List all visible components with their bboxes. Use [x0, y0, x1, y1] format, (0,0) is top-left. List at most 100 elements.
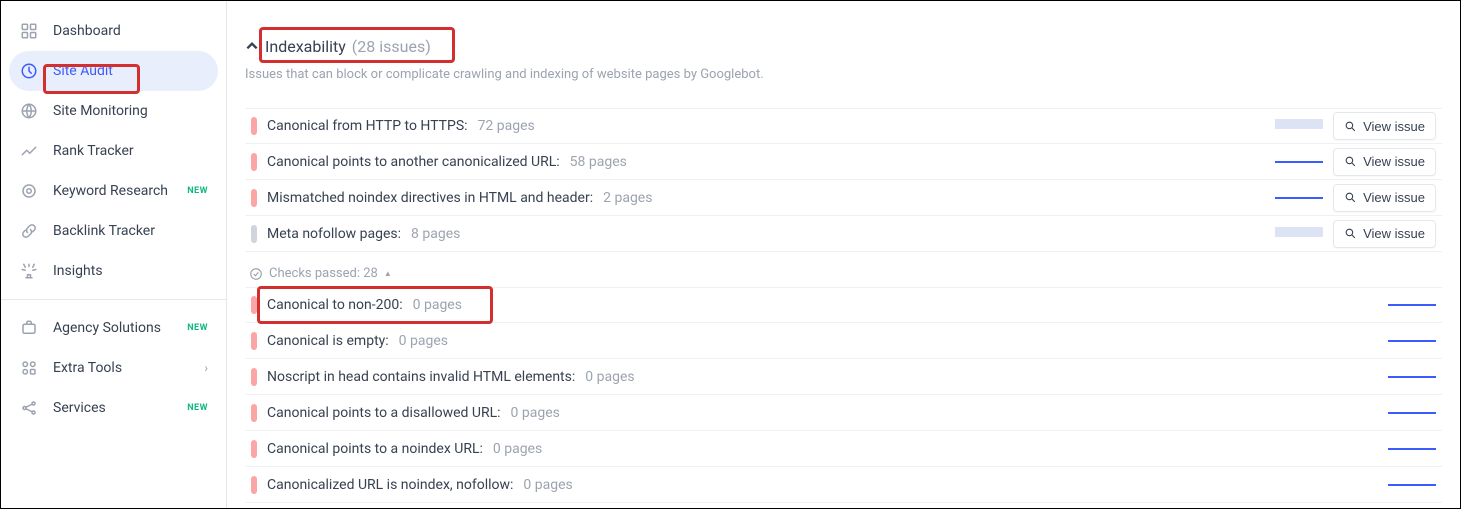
checks-passed-label: Checks passed: 28 — [269, 266, 378, 281]
search-icon — [1344, 155, 1357, 168]
sparkline — [1275, 227, 1323, 241]
issue-row[interactable]: Canonical points to another canonicalize… — [245, 144, 1442, 180]
sparkline — [1275, 119, 1323, 133]
chevron-right-icon: › — [204, 361, 208, 375]
keyword-icon — [19, 181, 39, 201]
issue-row[interactable]: Canonical points to a noindex URL: 0 pag… — [245, 431, 1442, 467]
highlight-annotation — [43, 64, 140, 94]
issue-label: Meta nofollow pages: — [267, 226, 401, 242]
agency-icon — [19, 318, 39, 338]
issue-count: 0 pages — [585, 369, 634, 385]
checks-passed-toggle[interactable]: Checks passed: 28 ▲ — [245, 252, 1442, 287]
new-badge: NEW — [187, 186, 208, 196]
issue-label: Canonicalized URL is noindex, nofollow: — [267, 477, 513, 493]
sidebar-item-label: Site Audit — [53, 63, 208, 79]
backlink-icon — [19, 221, 39, 241]
sidebar-item-label: Insights — [53, 263, 208, 279]
new-badge: NEW — [187, 403, 208, 413]
new-badge: NEW — [187, 323, 208, 333]
view-issue-button[interactable]: View issue — [1333, 184, 1436, 212]
sidebar-item-insights[interactable]: Insights — [1, 251, 226, 291]
issue-count: 0 pages — [399, 333, 448, 349]
view-issue-label: View issue — [1363, 190, 1425, 205]
view-issue-button[interactable]: View issue — [1333, 220, 1436, 248]
section-header[interactable]: Indexability (28 issues) — [245, 31, 431, 61]
caret-up-icon: ▲ — [384, 269, 392, 278]
issue-row[interactable]: Canonical points to a disallowed URL: 0 … — [245, 395, 1442, 431]
issue-row[interactable]: Meta nofollow pages: 8 pages View issue — [245, 216, 1442, 252]
sparkline — [1275, 155, 1323, 169]
sidebar-item-label: Extra Tools — [53, 360, 190, 376]
rank-icon — [19, 141, 39, 161]
severity-indicator — [251, 296, 257, 314]
sidebar-item-site monitoring[interactable]: Site Monitoring — [1, 91, 226, 131]
issue-count: 2 pages — [603, 190, 652, 206]
issue-label: Noscript in head contains invalid HTML e… — [267, 369, 575, 385]
dashboard-icon — [19, 21, 39, 41]
sidebar-item-label: Dashboard — [53, 23, 208, 39]
issue-count: 0 pages — [511, 405, 560, 421]
sparkline — [1388, 370, 1436, 384]
issue-label: Canonical points to a noindex URL: — [267, 441, 483, 457]
sidebar-item-dashboard[interactable]: Dashboard — [1, 11, 226, 51]
section-title: Indexability — [265, 37, 346, 56]
sidebar-item-agency solutions[interactable]: Agency Solutions NEW — [1, 308, 226, 348]
sidebar-item-label: Keyword Research — [53, 183, 173, 199]
issue-label: Canonical points to another canonicalize… — [267, 154, 560, 170]
section-issue-count: (28 issues) — [352, 37, 431, 56]
search-icon — [1344, 227, 1357, 240]
main-content: Indexability (28 issues) Issues that can… — [227, 1, 1460, 508]
check-circle-icon — [249, 267, 263, 281]
severity-indicator — [251, 117, 257, 135]
severity-indicator — [251, 153, 257, 171]
issue-label: Canonical points to a disallowed URL: — [267, 405, 501, 421]
sidebar-item-label: Rank Tracker — [53, 143, 208, 159]
severity-indicator — [251, 225, 257, 243]
severity-indicator — [251, 440, 257, 458]
sparkline — [1388, 442, 1436, 456]
issue-row[interactable]: Canonicalized URL is noindex, nofollow: … — [245, 467, 1442, 503]
severity-indicator — [251, 404, 257, 422]
sparkline — [1388, 406, 1436, 420]
issue-row[interactable]: Noscript in head contains invalid HTML e… — [245, 359, 1442, 395]
issue-count: 72 pages — [478, 118, 535, 134]
sidebar: Dashboard Site Audit Site Monitoring Ran… — [1, 1, 227, 508]
view-issue-label: View issue — [1363, 226, 1425, 241]
view-issue-button[interactable]: View issue — [1333, 112, 1436, 140]
sidebar-item-rank tracker[interactable]: Rank Tracker — [1, 131, 226, 171]
issue-row[interactable]: Canonical from HTTP to HTTPS: 72 pages V… — [245, 108, 1442, 144]
section-description: Issues that can block or complicate craw… — [245, 67, 1442, 82]
sidebar-item-keyword research[interactable]: Keyword Research NEW — [1, 171, 226, 211]
severity-indicator — [251, 368, 257, 386]
sidebar-divider — [1, 299, 226, 300]
search-icon — [1344, 191, 1357, 204]
sparkline — [1388, 478, 1436, 492]
tools-icon — [19, 358, 39, 378]
chevron-up-icon — [245, 39, 259, 53]
issue-label: Canonical is empty: — [267, 333, 389, 349]
view-issue-button[interactable]: View issue — [1333, 148, 1436, 176]
issue-row[interactable]: Mismatched noindex directives in HTML an… — [245, 180, 1442, 216]
sidebar-item-label: Services — [53, 400, 173, 416]
severity-indicator — [251, 189, 257, 207]
severity-indicator — [251, 332, 257, 350]
sparkline — [1275, 191, 1323, 205]
search-icon — [1344, 120, 1357, 133]
monitoring-icon — [19, 101, 39, 121]
sparkline — [1388, 298, 1436, 312]
issue-label: Canonical from HTTP to HTTPS: — [267, 118, 468, 134]
issue-count: 0 pages — [523, 477, 572, 493]
view-issue-label: View issue — [1363, 119, 1425, 134]
sidebar-item-extra tools[interactable]: Extra Tools › — [1, 348, 226, 388]
issue-row[interactable]: Canonical to non-200: 0 pages — [245, 287, 1442, 323]
severity-indicator — [251, 476, 257, 494]
sidebar-item-services[interactable]: Services NEW — [1, 388, 226, 428]
view-issue-label: View issue — [1363, 154, 1425, 169]
sidebar-item-label: Agency Solutions — [53, 320, 173, 336]
issue-row[interactable]: Canonical is empty: 0 pages — [245, 323, 1442, 359]
issue-list-passed: Canonical to non-200: 0 pages Canonical … — [245, 287, 1442, 503]
sidebar-item-label: Site Monitoring — [53, 103, 208, 119]
sidebar-item-backlink tracker[interactable]: Backlink Tracker — [1, 211, 226, 251]
issue-count: 0 pages — [493, 441, 542, 457]
sidebar-item-site audit[interactable]: Site Audit — [9, 51, 218, 91]
